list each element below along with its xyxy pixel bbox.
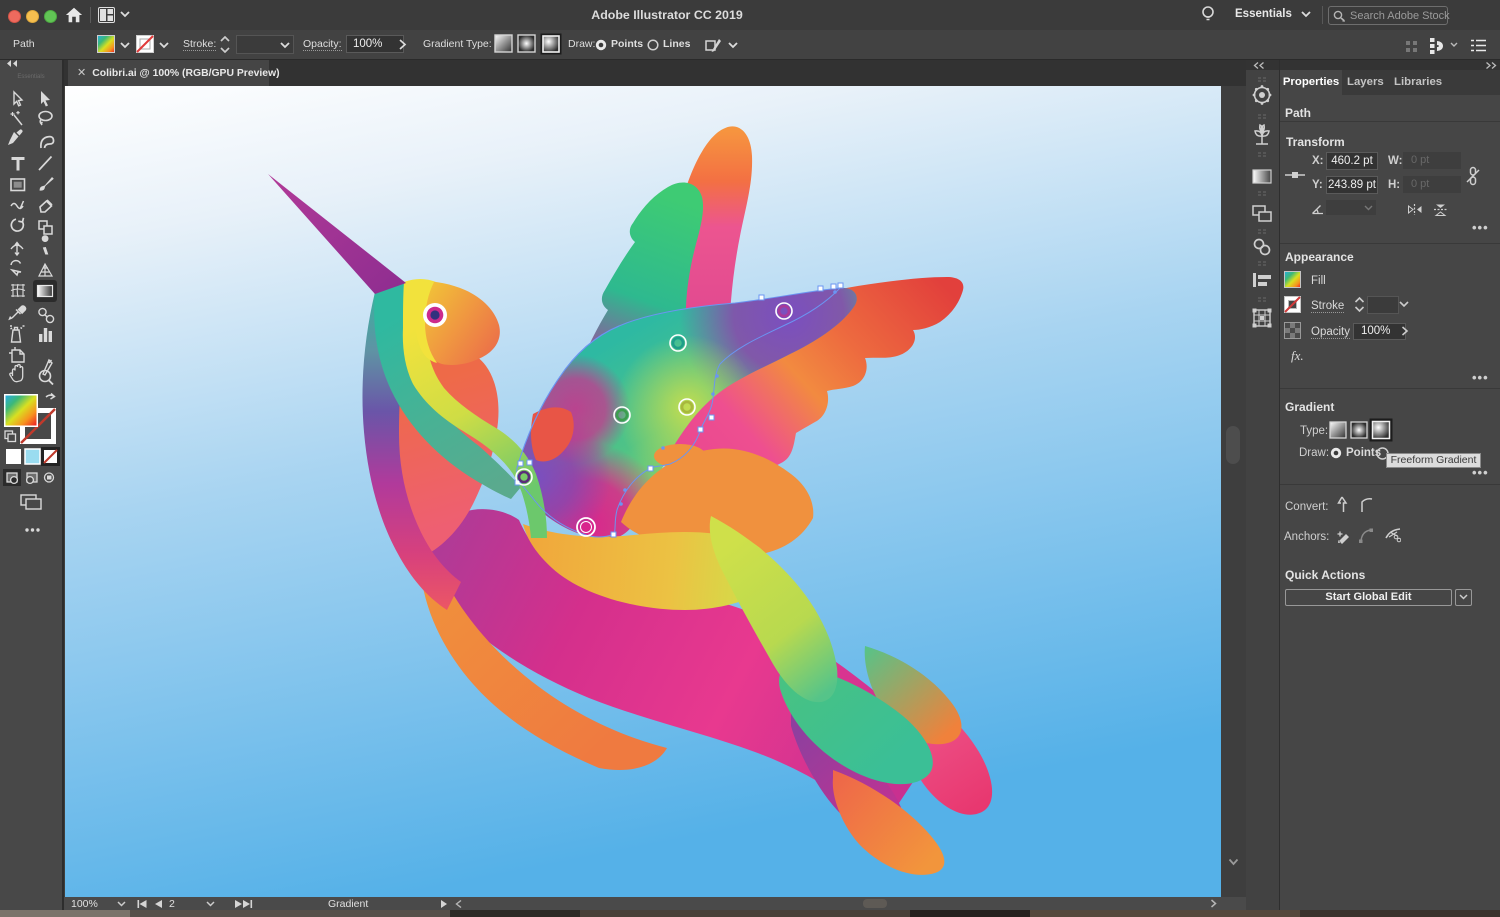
svg-text:Essentials: Essentials	[17, 74, 44, 80]
